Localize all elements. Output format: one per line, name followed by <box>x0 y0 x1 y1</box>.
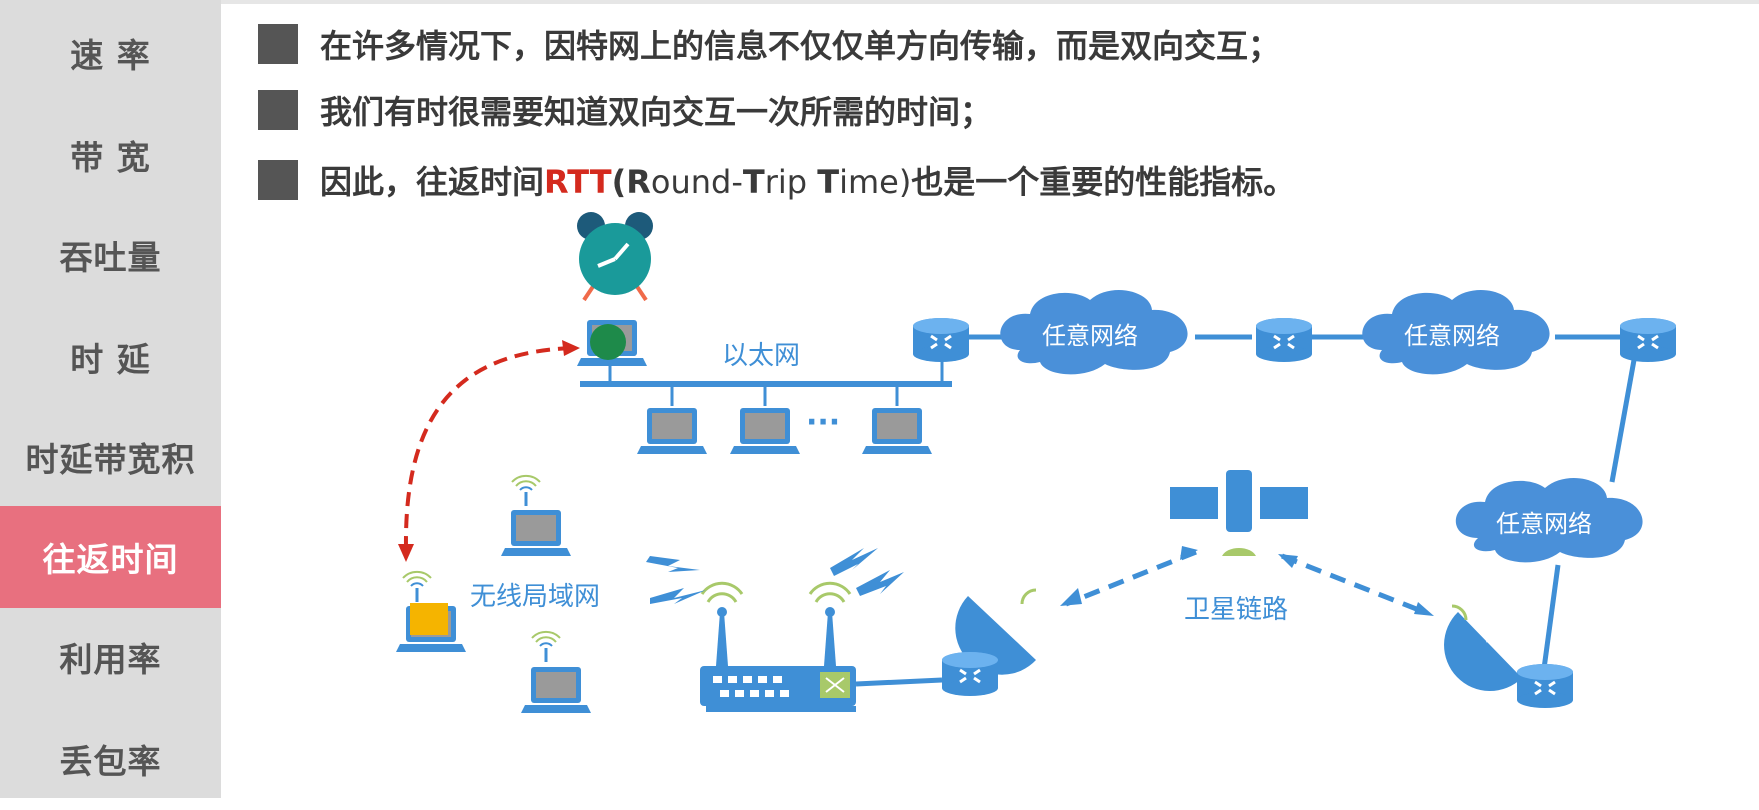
cloud-label: 任意网络 <box>1404 322 1500 350</box>
laptop-icon <box>862 408 932 454</box>
alarm-clock-icon <box>577 212 653 302</box>
wlan-label: 无线局域网 <box>470 582 600 612</box>
cloud-icon: 任意网络 <box>1000 289 1188 375</box>
wireless-laptop-icon <box>501 474 571 556</box>
wireless-laptop-icon <box>521 630 591 713</box>
cloud-label: 任意网络 <box>1496 510 1592 538</box>
wireless-router-icon <box>700 581 856 712</box>
network-diagram: 以太网 ··· 任意网络 任意网络 任意网络 卫星链路 无线局域网 <box>396 212 1678 713</box>
ethernet-label: 以太网 <box>722 341 800 371</box>
cloud-icon: 任意网络 <box>1455 477 1643 563</box>
satellite-icon: 卫星链路 <box>1170 470 1308 625</box>
cloud-icon: 任意网络 <box>1362 289 1550 375</box>
router-icon <box>1618 316 1678 364</box>
radio-wave-icon <box>646 548 904 604</box>
cloud-label: 任意网络 <box>1042 322 1138 350</box>
satellite-link-label: 卫星链路 <box>1184 595 1288 625</box>
laptop-icon <box>637 408 707 454</box>
router-icon <box>1515 662 1575 710</box>
satellite-dish-icon <box>1444 604 1522 691</box>
laptop-icon <box>730 408 800 454</box>
router-icon <box>1254 316 1314 364</box>
ellipsis: ··· <box>806 405 840 440</box>
router-icon <box>911 316 971 364</box>
router-icon <box>940 650 1000 698</box>
destination-host-icon <box>396 570 466 652</box>
source-host-icon <box>577 320 647 366</box>
